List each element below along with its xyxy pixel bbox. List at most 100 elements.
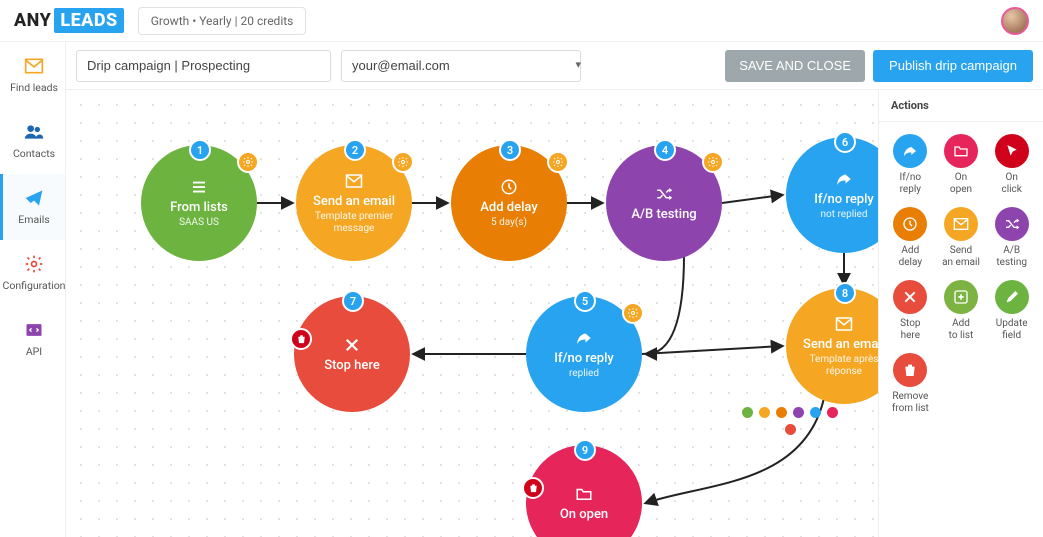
node-settings-button[interactable] [547,151,569,173]
node-number-badge: 8 [834,282,856,304]
sidebar-item-emails[interactable]: Emails [0,174,65,240]
action-label: Updatefield [996,318,1028,341]
toolbar: SAVE AND CLOSE Publish drip campaign [66,42,1043,90]
flow-node-1[interactable]: 1 From lists SAAS US [141,145,257,261]
flow-node-8[interactable]: 8 Send an email Template après réponse [786,288,878,404]
actions-heading: Actions [879,90,1043,122]
action-add-delay[interactable]: Adddelay [887,207,934,268]
users-icon [23,122,45,142]
node-subtitle: Template premier message [304,211,404,234]
action-on-click[interactable]: Onclick [988,134,1035,195]
plus-icon [944,280,978,314]
palette-dot[interactable] [785,424,796,435]
shuffle-icon [995,207,1029,241]
sidebar-item-contacts[interactable]: Contacts [0,108,65,174]
sidebar-item-label: Configuration [3,279,66,292]
envelope-icon [944,207,978,241]
node-title: On open [560,507,608,522]
action-label: Stophere [900,318,920,341]
topbar: ANY LEADS Growth • Yearly | 20 credits [0,0,1043,42]
cog-icon [23,254,45,274]
action-add-to-list[interactable]: Addto list [938,280,985,341]
node-number-badge: 3 [499,139,521,161]
user-avatar[interactable] [1001,7,1029,35]
email-select[interactable] [341,50,581,82]
node-number-badge: 2 [344,139,366,161]
envelope-icon [834,315,854,333]
node-delete-button[interactable] [290,328,312,350]
node-title: From lists [170,200,228,215]
action-if-no-reply[interactable]: If/noreply [887,134,934,195]
flow-node-7[interactable]: 7 Stop here [294,296,410,412]
shuffle-icon [654,185,674,203]
envelope-icon [23,56,45,76]
node-subtitle: replied [569,368,599,380]
action-a-b-testing[interactable]: A/Btesting [988,207,1035,268]
node-number-badge: 9 [574,439,596,461]
publish-button[interactable]: Publish drip campaign [873,50,1033,82]
flow-node-9[interactable]: 9 On open [526,445,642,537]
palette-dot[interactable] [810,407,821,418]
action-remove-from-list[interactable]: Removefrom list [887,353,934,414]
flow-node-5[interactable]: 5 If/no reply replied [526,296,642,412]
sidebar: Find leads Contacts Emails Configuration… [0,42,66,537]
sidebar-item-api[interactable]: API [0,306,65,372]
node-settings-button[interactable] [622,302,644,324]
paperplane-icon [23,188,45,208]
canvas-wrap: ☞ 1 From lists SAAS US 2 Send an email T… [66,90,1043,537]
node-delete-button[interactable] [522,477,544,499]
pencil-icon [995,280,1029,314]
node-settings-button[interactable] [237,151,259,173]
color-palette [738,407,842,435]
reply-icon [574,329,594,347]
node-subtitle: Template après réponse [794,354,878,377]
palette-dot[interactable] [793,407,804,418]
trash-icon [893,353,927,387]
flow-node-2[interactable]: 2 Send an email Template premier message [296,145,412,261]
action-stop-here[interactable]: Stophere [887,280,934,341]
save-close-button[interactable]: SAVE AND CLOSE [725,50,865,82]
node-title: If/no reply [554,351,614,366]
palette-dot[interactable] [759,407,770,418]
node-number-badge: 4 [654,139,676,161]
action-send-an-email[interactable]: Sendan email [938,207,985,268]
brand-logo[interactable]: ANY LEADS [14,8,124,33]
node-number-badge: 7 [342,290,364,312]
brand-part2: LEADS [54,8,123,33]
actions-panel: Actions If/noreply Onopen Onclick Adddel… [878,90,1043,537]
flow-node-4[interactable]: 4 A/B testing [606,145,722,261]
plan-pill[interactable]: Growth • Yearly | 20 credits [138,7,307,35]
flow-node-6[interactable]: 6 If/no reply not replied [786,137,878,253]
palette-dot[interactable] [742,407,753,418]
node-number-badge: 6 [834,131,856,153]
flow-node-3[interactable]: 3 Add delay 5 day(s) [451,145,567,261]
node-title: Send an email [313,194,395,209]
node-settings-button[interactable] [702,151,724,173]
campaign-name-input[interactable] [76,50,331,82]
node-title: If/no reply [814,192,874,207]
action-update-field[interactable]: Updatefield [988,280,1035,341]
clock-icon [893,207,927,241]
sidebar-item-label: Find leads [10,81,58,94]
code-icon [23,320,45,340]
close-icon [893,280,927,314]
node-subtitle: SAAS US [179,217,219,229]
reply-icon [834,170,854,188]
folder-icon [574,485,594,503]
main: SAVE AND CLOSE Publish drip campaign ☞ 1… [66,42,1043,537]
action-label: Onopen [950,172,972,195]
flow-canvas[interactable]: ☞ 1 From lists SAAS US 2 Send an email T… [66,90,878,537]
action-label: A/Btesting [996,245,1027,268]
action-on-open[interactable]: Onopen [938,134,985,195]
node-title: Stop here [324,358,380,373]
node-settings-button[interactable] [392,151,414,173]
close-icon [342,336,362,354]
node-title: Send an email [803,337,878,352]
sidebar-item-find leads[interactable]: Find leads [0,42,65,108]
email-select-wrap [341,50,591,82]
sidebar-item-configuration[interactable]: Configuration [0,240,65,306]
node-subtitle: not replied [821,209,868,221]
node-number-badge: 1 [189,139,211,161]
palette-dot[interactable] [776,407,787,418]
palette-dot[interactable] [827,407,838,418]
